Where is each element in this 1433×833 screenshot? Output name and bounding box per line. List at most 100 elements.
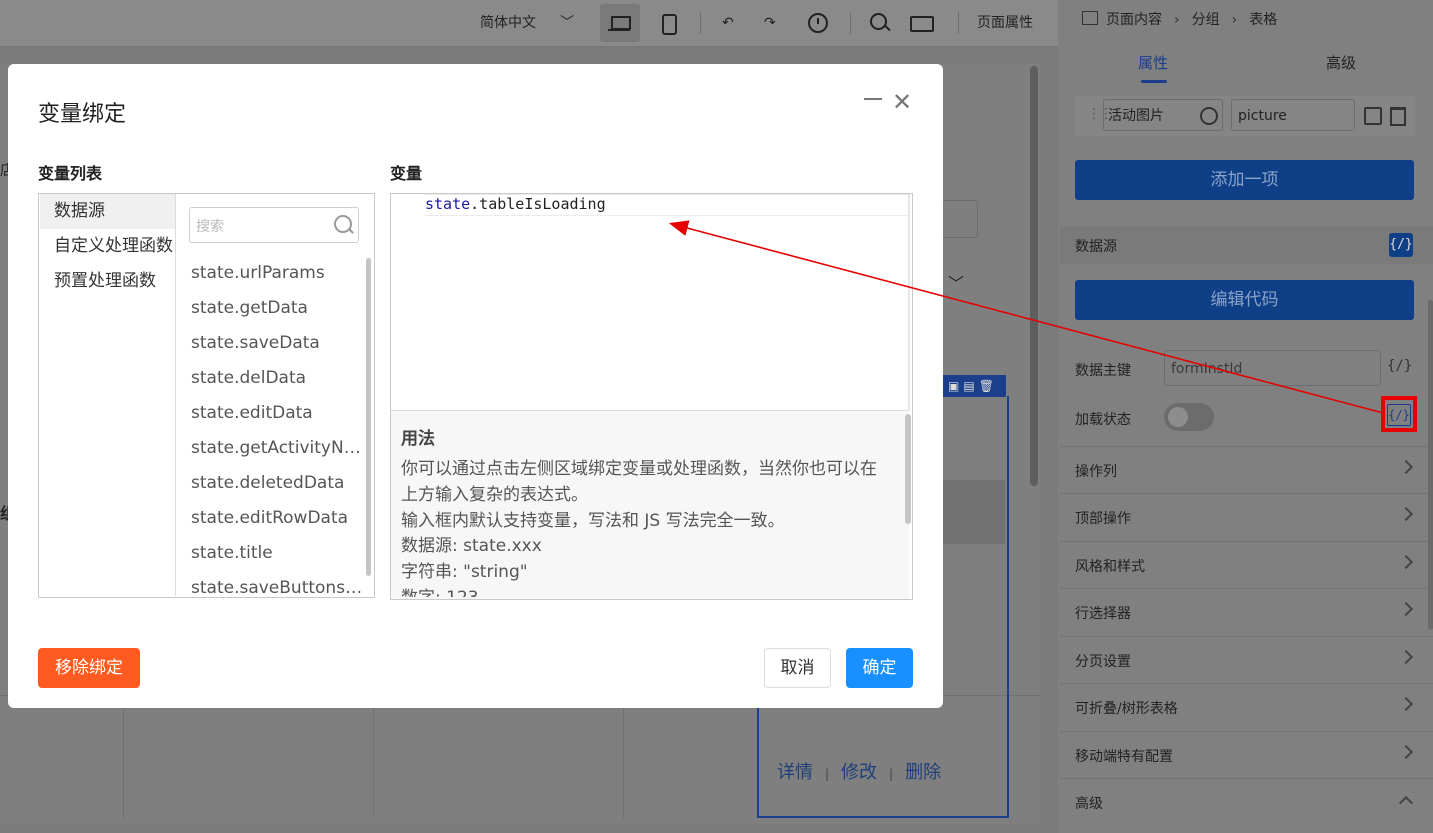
dialog-title: 变量绑定 <box>38 102 127 127</box>
search-icon[interactable] <box>334 215 352 233</box>
chevron-right-icon <box>1398 554 1414 570</box>
trash-icon[interactable] <box>1390 107 1406 126</box>
globe-icon[interactable] <box>1200 107 1218 125</box>
list-item[interactable]: state.urlParams <box>176 256 366 291</box>
list-item[interactable]: state.editRowData <box>176 501 366 536</box>
minimize-icon[interactable] <box>864 98 882 100</box>
chevron-up-icon <box>1398 795 1414 811</box>
chevron-right-icon <box>1398 696 1414 712</box>
list-item[interactable]: state.editData <box>176 396 366 431</box>
grid-icon <box>1082 11 1098 25</box>
category-custom-handlers[interactable]: 自定义处理函数 <box>40 229 175 264</box>
list-item[interactable]: state.getActivityNames <box>176 431 366 466</box>
code-property: .tableIsLoading <box>470 195 606 213</box>
edit-link[interactable]: 修改 <box>841 758 877 784</box>
delete-link[interactable]: 删除 <box>905 758 941 784</box>
list-item[interactable]: state.title <box>176 536 366 571</box>
chevron-right-icon: › <box>1231 12 1238 28</box>
remove-binding-button[interactable]: 移除绑定 <box>38 648 140 688</box>
chevron-down-icon[interactable]: ﹀ <box>560 0 574 46</box>
item-key-input[interactable]: picture <box>1231 99 1355 131</box>
code-binding-icon[interactable]: {/} <box>1387 358 1412 374</box>
usage-clip: 数字: 123 <box>391 583 905 597</box>
page-properties-button[interactable]: 页面属性 <box>977 0 1033 46</box>
usage-scrollbar[interactable] <box>905 414 911 524</box>
phone-icon <box>662 14 677 35</box>
divider <box>850 12 851 34</box>
list-item[interactable]: state.getData <box>176 291 366 326</box>
section-advanced[interactable]: 高级 <box>1060 778 1433 825</box>
close-icon[interactable]: ✕ <box>892 90 912 114</box>
edit-icon[interactable] <box>1364 107 1382 125</box>
active-tab-indicator <box>1141 80 1167 83</box>
desktop-view-button[interactable] <box>600 4 640 42</box>
divider <box>958 12 959 34</box>
section-top-actions[interactable]: 顶部操作 <box>1060 493 1433 540</box>
chevron-right-icon <box>1398 601 1414 617</box>
category-preset-handlers[interactable]: 预置处理函数 <box>40 264 175 299</box>
chevron-right-icon <box>1398 459 1414 475</box>
chevron-right-icon <box>1398 744 1414 760</box>
table-col-divider <box>373 696 374 818</box>
variable-heading: 变量 <box>390 164 423 183</box>
section-action-column[interactable]: 操作列 <box>1060 446 1433 493</box>
add-item-button[interactable]: 添加一项 <box>1075 160 1414 200</box>
section-pagination[interactable]: 分页设置 <box>1060 636 1433 683</box>
usage-text: 上方输入复杂的表达式。 <box>401 485 588 505</box>
breadcrumb-item[interactable]: 表格 <box>1249 12 1277 28</box>
search-input[interactable]: 搜索 <box>196 216 224 236</box>
variable-list: state.urlParams state.getData state.save… <box>176 256 366 596</box>
canvas-scrollbar[interactable] <box>1030 66 1038 486</box>
chevron-right-icon <box>1398 649 1414 665</box>
editor-code[interactable]: state.tableIsLoading <box>425 195 606 213</box>
usage-text: 字符串: "string" <box>401 562 528 582</box>
section-mobile[interactable]: 移动端特有配置 <box>1060 731 1433 778</box>
section-label: 行选择器 <box>1075 606 1131 622</box>
list-item[interactable]: state.deletedData <box>176 466 366 501</box>
divider: | <box>889 767 894 781</box>
calendar-icon[interactable] <box>940 200 978 238</box>
code-keyword: state <box>425 195 471 213</box>
chevron-right-icon <box>1398 506 1414 522</box>
undo-icon[interactable]: ↶ <box>722 0 734 46</box>
code-binding-icon[interactable]: {/} <box>1389 233 1413 257</box>
edit-code-button[interactable]: 编辑代码 <box>1075 280 1414 320</box>
section-label: 顶部操作 <box>1075 511 1131 527</box>
code-binding-icon: {/} <box>1387 404 1411 426</box>
table-col-divider <box>623 696 624 818</box>
usage-text: 数据源: state.xxx <box>401 536 542 556</box>
divider <box>700 12 701 34</box>
highlighted-code-binding-icon[interactable]: {/} <box>1381 396 1417 432</box>
detail-link[interactable]: 详情 <box>777 758 813 784</box>
top-toolbar: 简体中文 ﹀ ↶ ↷ 页面属性 <box>0 0 1060 47</box>
list-item[interactable]: state.delData <box>176 361 366 396</box>
breadcrumb: 页面内容 › 分组 › 表格 <box>1060 0 1433 40</box>
variable-list-scrollbar[interactable] <box>366 258 371 576</box>
chevron-right-icon: › <box>1174 12 1180 28</box>
clock-icon <box>808 13 828 33</box>
category-datasource[interactable]: 数据源 <box>40 194 175 229</box>
language-select[interactable]: 简体中文 <box>480 0 536 46</box>
panel-scrollbar[interactable] <box>1428 300 1433 630</box>
component-toolbar[interactable]: ▣▤🗑 <box>940 375 1006 397</box>
cancel-button[interactable]: 取消 <box>764 648 831 688</box>
section-tree-table[interactable]: 可折叠/树形表格 <box>1060 683 1433 730</box>
section-style[interactable]: 风格和样式 <box>1060 541 1433 588</box>
divider: | <box>825 767 830 781</box>
laptop-icon <box>608 16 631 31</box>
section-row-selector[interactable]: 行选择器 <box>1060 588 1433 635</box>
tab-properties[interactable]: 属性 <box>1138 52 1168 73</box>
primary-key-label: 数据主键 <box>1075 363 1131 379</box>
chevron-down-icon[interactable]: ﹀ <box>948 270 964 294</box>
usage-text: 输入框内默认支持变量，写法和 JS 写法完全一致。 <box>401 511 785 531</box>
confirm-button[interactable]: 确定 <box>846 648 913 688</box>
breadcrumb-item[interactable]: 页面内容 <box>1106 12 1162 28</box>
datasource-label: 数据源 <box>1075 239 1117 255</box>
list-item[interactable]: state.saveData <box>176 326 366 361</box>
tab-advanced[interactable]: 高级 <box>1326 52 1356 73</box>
redo-icon[interactable]: ↷ <box>764 0 776 46</box>
breadcrumb-item[interactable]: 分组 <box>1192 12 1220 28</box>
primary-key-input[interactable]: formInstId <box>1164 350 1381 386</box>
list-item[interactable]: state.saveButtonsVisible <box>176 571 366 596</box>
expression-editor[interactable] <box>391 194 909 410</box>
